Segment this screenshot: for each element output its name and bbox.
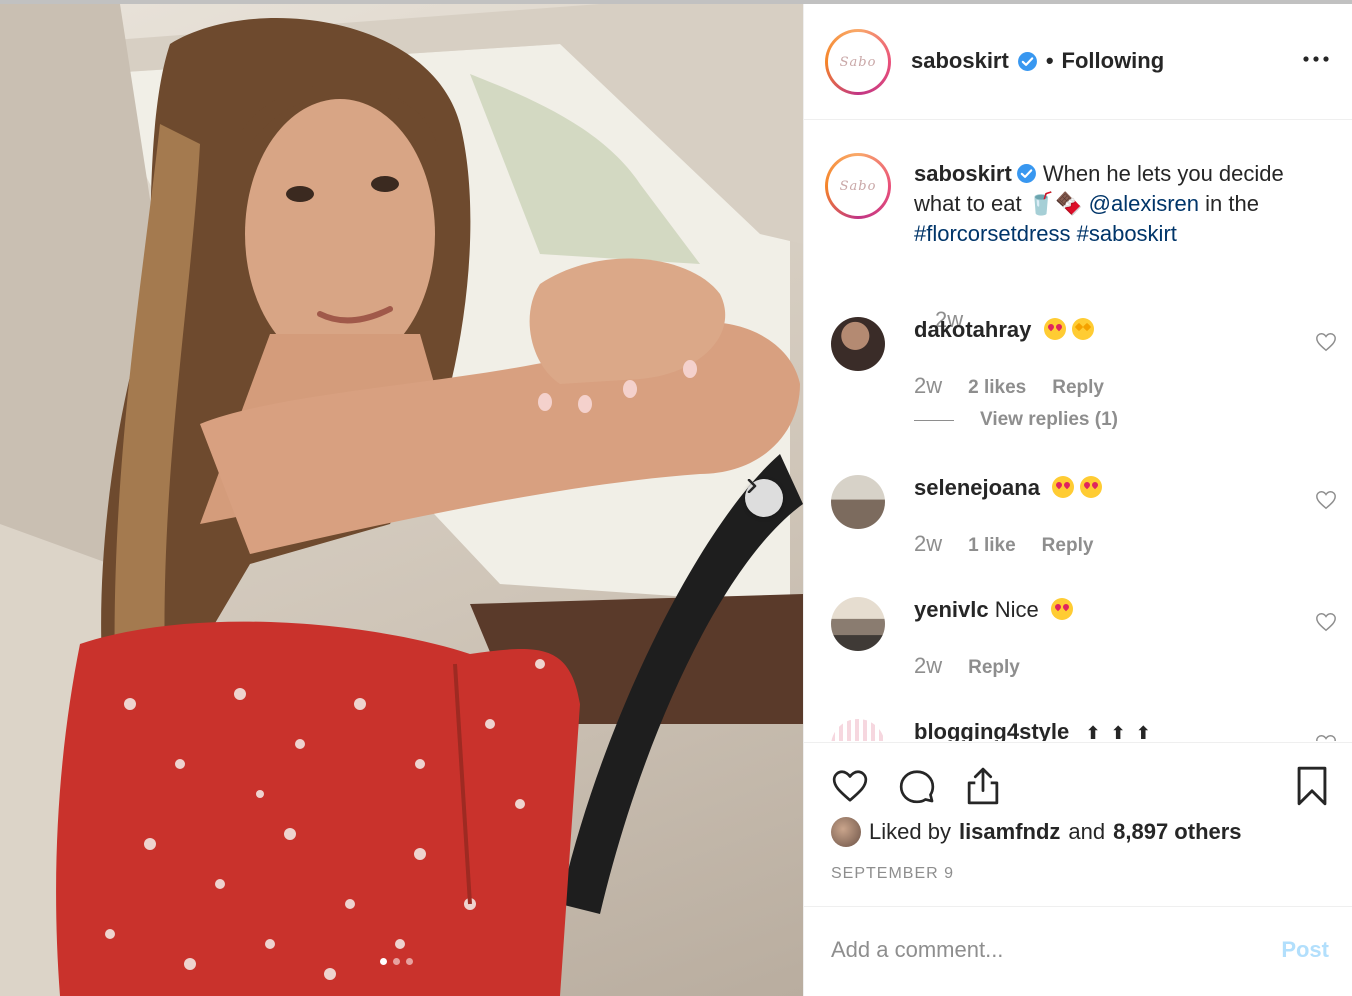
- comment-body: yenivlc Nice: [914, 597, 1073, 623]
- comment-likes-count[interactable]: 1 like: [968, 535, 1016, 557]
- view-replies-button[interactable]: View replies (1): [914, 409, 1118, 431]
- heart-eyes-emoji-icon: [1043, 318, 1066, 340]
- comment-meta: 2w 2 likes Reply: [914, 373, 1104, 399]
- star-struck-emoji-icon: [1071, 318, 1094, 340]
- following-button[interactable]: Following: [1062, 48, 1165, 74]
- carousel-dot-3: [406, 958, 413, 965]
- face: [245, 99, 435, 369]
- avatar-logo-text: Sabo: [839, 178, 877, 194]
- top-arrow-emoji-icon: ⬆: [1135, 723, 1151, 741]
- post-comment-button[interactable]: Post: [1281, 937, 1329, 963]
- comment-text: Nice: [994, 597, 1039, 622]
- separator-dot: •: [1045, 48, 1054, 73]
- comment-meta: 2w Reply: [914, 653, 1020, 679]
- more-options-button[interactable]: [1301, 44, 1331, 74]
- caption-avatar[interactable]: Sabo: [825, 153, 891, 219]
- comment-meta: 2w 1 like Reply: [914, 531, 1093, 557]
- carousel-dot-1: [380, 958, 387, 965]
- verified-icon: [1017, 51, 1037, 71]
- heart-eyes-emoji-icon: [1050, 598, 1073, 620]
- comment-reply-button[interactable]: Reply: [1052, 377, 1104, 399]
- caption-hashtags[interactable]: #florcorsetdress #saboskirt: [914, 221, 1177, 246]
- commenter-avatar[interactable]: [831, 475, 885, 529]
- likes-others-count[interactable]: 8,897 others: [1113, 819, 1241, 845]
- comment-button[interactable]: [896, 765, 938, 807]
- comment-body: selenejoana: [914, 475, 1103, 501]
- caption-avatar-image: Sabo: [828, 156, 888, 216]
- comment-composer: Post: [804, 906, 1352, 996]
- caption-username[interactable]: saboskirt: [914, 161, 1012, 186]
- comment-body: blogging4style ⬆ ⬆ ⬆: [914, 719, 1151, 741]
- commenter-username[interactable]: dakotahray: [914, 317, 1031, 342]
- comment-timestamp[interactable]: 2w: [914, 531, 942, 557]
- carousel-dot-2: [393, 958, 400, 965]
- liker-username[interactable]: lisamfndz: [959, 819, 1060, 845]
- comment-reply-button[interactable]: Reply: [1042, 535, 1094, 557]
- replies-divider: [914, 419, 954, 421]
- verified-icon: [1016, 164, 1036, 183]
- comment-body: dakotahray: [914, 317, 1094, 343]
- heart-eyes-emoji-icon: [1080, 476, 1103, 498]
- post-photo[interactable]: [0, 4, 803, 996]
- view-replies-label: View replies (1): [980, 409, 1118, 430]
- top-arrow-emoji-icon: ⬆: [1085, 723, 1101, 741]
- carousel-indicator: [380, 958, 413, 965]
- red-dress: [56, 621, 580, 996]
- likes-summary: Liked by lisamfndz and 8,897 others: [831, 817, 1242, 847]
- commenter-avatar[interactable]: [831, 317, 885, 371]
- share-icon: [967, 767, 999, 805]
- commenter-username[interactable]: blogging4style: [914, 719, 1069, 741]
- save-button[interactable]: [1291, 765, 1333, 807]
- liker-avatar[interactable]: [831, 817, 861, 847]
- author-row: saboskirt • Following: [911, 48, 1164, 74]
- caption-mention[interactable]: @alexisren: [1089, 191, 1199, 216]
- author-username[interactable]: saboskirt: [911, 48, 1009, 74]
- like-button[interactable]: [829, 765, 871, 807]
- commenter-avatar[interactable]: [831, 597, 885, 651]
- next-photo-button[interactable]: [745, 479, 783, 517]
- comment-like-heart-icon[interactable]: [1315, 611, 1337, 633]
- bookmark-icon: [1297, 766, 1327, 806]
- author-avatar[interactable]: Sabo: [825, 29, 891, 95]
- photo-illustration: [0, 4, 803, 996]
- post-header: Sabo saboskirt • Following: [804, 4, 1352, 120]
- comment-like-heart-icon[interactable]: [1315, 489, 1337, 511]
- eye-left: [286, 186, 314, 202]
- top-arrow-emoji-icon: ⬆: [1110, 723, 1126, 741]
- comment-icon: [899, 770, 935, 804]
- post-side-panel: Sabo saboskirt • Following Sabo saboskir…: [803, 4, 1352, 996]
- heart-eyes-emoji-icon: [1052, 476, 1075, 498]
- caption-text: saboskirt When he lets you decide what to…: [914, 159, 1334, 249]
- likes-conjunction: and: [1068, 819, 1106, 844]
- post-date[interactable]: SEPTEMBER 9: [831, 865, 954, 883]
- commenter-avatar[interactable]: [831, 719, 885, 741]
- comment-reply-button[interactable]: Reply: [968, 657, 1020, 679]
- commenter-username[interactable]: selenejoana: [914, 475, 1040, 500]
- avatar-logo-text: Sabo: [839, 54, 877, 70]
- commenter-username[interactable]: yenivlc: [914, 597, 989, 622]
- comment-like-heart-icon[interactable]: [1315, 331, 1337, 353]
- heart-icon: [832, 770, 868, 802]
- add-comment-input[interactable]: [831, 927, 1261, 973]
- eye-right: [371, 176, 399, 192]
- chevron-right-icon: [747, 479, 757, 493]
- share-button[interactable]: [962, 765, 1004, 807]
- likes-prefix: Liked by: [869, 819, 951, 844]
- author-avatar-image: Sabo: [828, 32, 888, 92]
- comments-list[interactable]: Sabo saboskirt When he lets you decide wh…: [804, 121, 1352, 741]
- post-actions: Liked by lisamfndz and 8,897 others SEPT…: [804, 742, 1352, 906]
- comment-timestamp[interactable]: 2w: [914, 653, 942, 679]
- comment-timestamp[interactable]: 2w: [914, 373, 942, 399]
- comment-like-heart-icon[interactable]: [1315, 733, 1337, 741]
- comment-likes-count[interactable]: 2 likes: [968, 377, 1026, 399]
- caption-body-after: in the: [1205, 191, 1259, 216]
- more-icon: [1303, 56, 1329, 62]
